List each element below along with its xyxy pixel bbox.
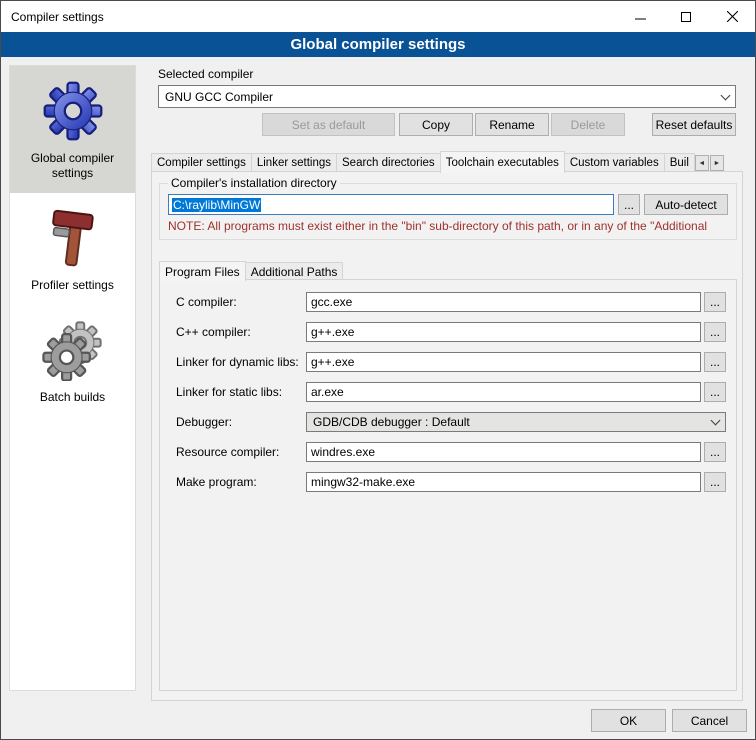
close-icon [727, 11, 738, 22]
debugger-row: Debugger: GDB/CDB debugger : Default [176, 412, 726, 432]
sidebar-item-batch-builds[interactable]: Batch builds [10, 305, 135, 417]
dynamic-linker-input[interactable] [306, 352, 701, 372]
debugger-label: Debugger: [176, 415, 306, 429]
cancel-button[interactable]: Cancel [672, 709, 747, 732]
cpp-compiler-input[interactable] [306, 322, 701, 342]
cpp-compiler-browse-button[interactable]: ... [704, 322, 726, 342]
toolchain-executables-panel: Compiler's installation directory C:\ray… [151, 171, 743, 701]
chevron-down-icon [711, 416, 721, 426]
program-files-tabstrip: Program Files Additional Paths [159, 260, 342, 280]
static-linker-label: Linker for static libs: [176, 385, 306, 399]
compiler-actions: Set as default Copy Rename Delete Reset … [158, 113, 736, 136]
make-program-browse-button[interactable]: ... [704, 472, 726, 492]
cpp-compiler-row: C++ compiler: ... [176, 322, 726, 342]
tab-search-directories[interactable]: Search directories [336, 153, 441, 172]
window-controls [617, 1, 755, 32]
selected-compiler-value: GNU GCC Compiler [165, 90, 273, 104]
debugger-value: GDB/CDB debugger : Default [313, 415, 470, 429]
copy-button[interactable]: Copy [399, 113, 473, 136]
tab-linker-settings[interactable]: Linker settings [251, 153, 337, 172]
installation-directory-value: C:\raylib\MinGW [172, 198, 261, 212]
sidebar-item-label: Batch builds [17, 390, 129, 405]
sidebar-item-global-compiler-settings[interactable]: Global compiler settings [10, 66, 135, 193]
resource-compiler-row: Resource compiler: ... [176, 442, 726, 462]
maximize-button[interactable] [663, 1, 709, 32]
ok-button[interactable]: OK [591, 709, 666, 732]
minimize-button[interactable] [617, 1, 663, 32]
window-title: Compiler settings [1, 10, 104, 24]
subtab-additional-paths[interactable]: Additional Paths [245, 262, 344, 280]
installation-directory-group: Compiler's installation directory C:\ray… [159, 176, 737, 240]
delete-button[interactable]: Delete [551, 113, 625, 136]
cpp-compiler-label: C++ compiler: [176, 325, 306, 339]
c-compiler-label: C compiler: [176, 295, 306, 309]
set-as-default-button[interactable]: Set as default [262, 113, 395, 136]
static-linker-input[interactable] [306, 382, 701, 402]
compiler-settings-dialog: Compiler settings Global compiler settin… [0, 0, 756, 740]
maximize-icon [681, 12, 691, 22]
make-program-label: Make program: [176, 475, 306, 489]
resource-compiler-browse-button[interactable]: ... [704, 442, 726, 462]
close-button[interactable] [709, 1, 755, 32]
installation-directory-row: C:\raylib\MinGW ... Auto-detect [168, 194, 728, 215]
dialog-header: Global compiler settings [1, 32, 755, 57]
c-compiler-row: C compiler: ... [176, 292, 726, 312]
settings-sidebar: Global compiler settings Profiler settin… [9, 65, 136, 691]
selected-compiler-dropdown[interactable]: GNU GCC Compiler [158, 85, 736, 108]
settings-tabstrip: Compiler settings Linker settings Search… [151, 150, 743, 172]
blue-gear-icon [42, 80, 104, 142]
installation-directory-group-title: Compiler's installation directory [168, 176, 340, 190]
static-linker-browse-button[interactable]: ... [704, 382, 726, 402]
static-linker-row: Linker for static libs: ... [176, 382, 726, 402]
dynamic-linker-browse-button[interactable]: ... [704, 352, 726, 372]
installation-directory-browse-button[interactable]: ... [618, 194, 640, 215]
installation-directory-input[interactable]: C:\raylib\MinGW [168, 194, 614, 215]
debugger-dropdown[interactable]: GDB/CDB debugger : Default [306, 412, 726, 432]
sidebar-item-label: Profiler settings [17, 278, 129, 293]
tab-toolchain-executables[interactable]: Toolchain executables [440, 151, 565, 173]
dialog-header-title: Global compiler settings [290, 36, 465, 53]
sidebar-item-profiler-settings[interactable]: Profiler settings [10, 193, 135, 305]
subtab-program-files[interactable]: Program Files [159, 261, 246, 281]
dynamic-linker-row: Linker for dynamic libs: ... [176, 352, 726, 372]
minimize-icon [635, 11, 646, 22]
chevron-down-icon [721, 90, 731, 100]
titlebar[interactable]: Compiler settings [1, 1, 755, 32]
program-files-panel: C compiler: ... C++ compiler: ... Linker… [159, 279, 737, 691]
tab-compiler-settings[interactable]: Compiler settings [151, 153, 252, 172]
resource-compiler-input[interactable] [306, 442, 701, 462]
reset-defaults-button[interactable]: Reset defaults [652, 113, 736, 136]
auto-detect-button[interactable]: Auto-detect [644, 194, 728, 215]
bin-subdirectory-note: NOTE: All programs must exist either in … [168, 219, 728, 233]
c-compiler-browse-button[interactable]: ... [704, 292, 726, 312]
tab-custom-variables[interactable]: Custom variables [564, 153, 665, 172]
tab-build-options[interactable]: Buil [664, 153, 695, 172]
rename-button[interactable]: Rename [475, 113, 549, 136]
profiler-hammer-icon [42, 207, 104, 269]
tab-scroll-right-button[interactable]: ► [710, 155, 724, 171]
sidebar-item-label: Global compiler settings [17, 151, 129, 181]
c-compiler-input[interactable] [306, 292, 701, 312]
gray-gears-icon [42, 319, 104, 381]
dynamic-linker-label: Linker for dynamic libs: [176, 355, 306, 369]
selected-compiler-label: Selected compiler [158, 67, 253, 81]
make-program-input[interactable] [306, 472, 701, 492]
dialog-footer: OK Cancel [591, 709, 747, 732]
resource-compiler-label: Resource compiler: [176, 445, 306, 459]
make-program-row: Make program: ... [176, 472, 726, 492]
tab-scroll-left-button[interactable]: ◄ [695, 155, 709, 171]
